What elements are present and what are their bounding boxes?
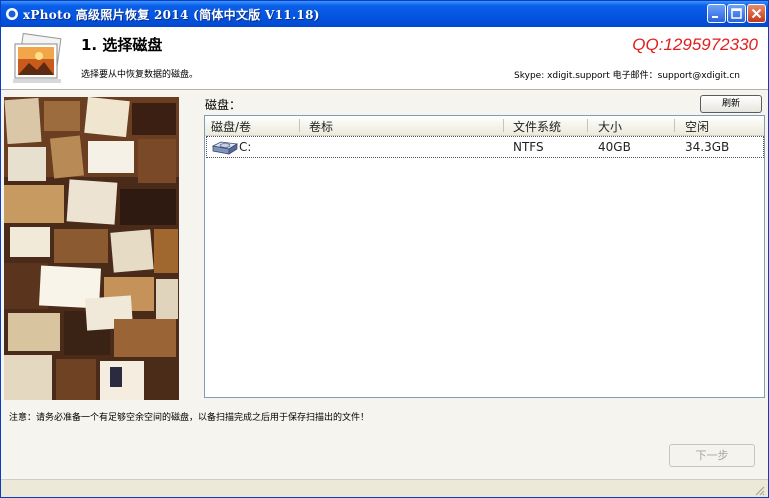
column-header-free[interactable]: 空闲 (685, 118, 709, 135)
column-separator[interactable] (299, 119, 300, 132)
column-separator[interactable] (587, 119, 588, 132)
minimize-button[interactable] (707, 4, 726, 23)
app-icon (6, 8, 18, 20)
wizard-content: 磁盘： 刷新 磁盘/卷 卷标 文件系统 大小 空闲 C: NTFS 40GB 3… (1, 90, 768, 497)
disk-size: 40GB (598, 140, 631, 154)
warning-note: 注意：请务必准备一个有足够空余空间的磁盘，以备扫描完成之后用于保存扫描出的文件！ (9, 413, 370, 423)
column-header-size[interactable]: 大小 (598, 118, 622, 135)
column-header-volume[interactable]: 磁盘/卷 (211, 118, 251, 135)
resize-grip-icon[interactable] (753, 484, 765, 496)
minimize-icon (712, 16, 718, 18)
disk-filesystem: NTFS (513, 140, 544, 154)
column-header-label[interactable]: 卷标 (309, 118, 333, 135)
disk-label: 磁盘： (205, 98, 242, 112)
maximize-icon (731, 8, 742, 19)
hard-drive-icon (211, 141, 239, 155)
step-subtitle: 选择要从中恢复数据的磁盘。 (81, 70, 199, 80)
disk-list[interactable]: 磁盘/卷 卷标 文件系统 大小 空闲 C: NTFS 40GB 34.3GB (204, 115, 765, 398)
disk-row[interactable]: C: NTFS 40GB 34.3GB (206, 136, 764, 158)
window-title: xPhoto 高级照片恢复 2014 (简体中文版 V11.18) (23, 8, 320, 22)
close-icon (751, 8, 762, 19)
qq-contact: QQ:1295972330 (632, 35, 758, 54)
maximize-button[interactable] (727, 4, 746, 23)
next-button[interactable]: 下一步 (669, 444, 755, 467)
support-contact: Skype: xdigit.support 电子邮件：support@xdigi… (514, 71, 740, 81)
column-separator[interactable] (503, 119, 504, 132)
column-separator[interactable] (674, 119, 675, 132)
disk-volume: C: (239, 140, 252, 154)
app-window: xPhoto 高级照片恢复 2014 (简体中文版 V11.18) 1. 选择磁… (0, 0, 769, 498)
photo-collage-image (4, 97, 179, 400)
title-bar[interactable]: xPhoto 高级照片恢复 2014 (简体中文版 V11.18) (1, 1, 768, 27)
photo-stack-icon (13, 32, 62, 83)
wizard-header: 1. 选择磁盘 选择要从中恢复数据的磁盘。 QQ:1295972330 Skyp… (1, 27, 768, 89)
close-button[interactable] (747, 4, 766, 23)
step-title: 1. 选择磁盘 (81, 36, 163, 54)
status-bar (1, 479, 768, 497)
refresh-button[interactable]: 刷新 (700, 95, 762, 113)
column-header-filesystem[interactable]: 文件系统 (513, 118, 561, 135)
disk-free-space: 34.3GB (685, 140, 730, 154)
disk-list-header: 磁盘/卷 卷标 文件系统 大小 空闲 (205, 116, 764, 136)
